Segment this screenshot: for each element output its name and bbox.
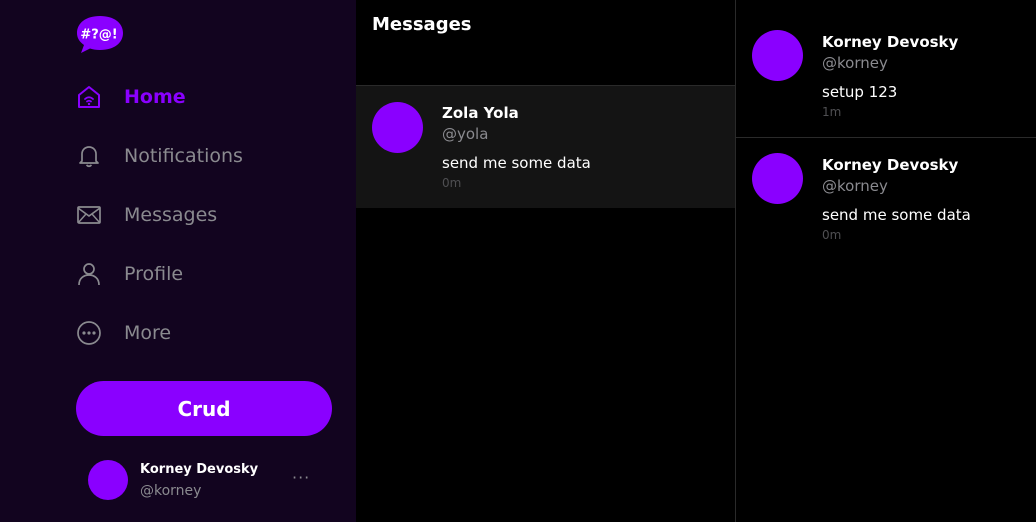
message-time: 0m <box>442 176 462 190</box>
more-circle-icon <box>76 320 102 346</box>
avatar <box>752 30 803 81</box>
message-author-handle: @korney <box>822 54 888 72</box>
logo-text: #?@! <box>80 28 117 43</box>
sidebar-item-profile[interactable]: Profile <box>76 256 183 292</box>
message-author-handle: @yola <box>442 125 489 143</box>
message-author-name: Zola Yola <box>442 104 519 122</box>
sidebar: #?@! Home Notifications Messages Profile… <box>0 0 356 522</box>
message-author-name: Korney Devosky <box>822 33 959 51</box>
message-item[interactable]: Korney Devosky @korney setup 123 1m <box>736 15 1036 138</box>
message-text: send me some data <box>442 154 591 172</box>
crud-button[interactable]: Crud <box>76 381 332 436</box>
message-author-name: Korney Devosky <box>822 156 959 174</box>
sidebar-item-label: More <box>124 322 172 344</box>
avatar <box>752 153 803 204</box>
sidebar-item-more[interactable]: More <box>76 315 171 351</box>
home-icon <box>76 84 102 110</box>
sidebar-item-label: Messages <box>124 204 218 226</box>
current-user-name: Korney Devosky <box>140 462 259 477</box>
message-author-handle: @korney <box>822 177 888 195</box>
messages-column: Messages Zola Yola @yola send me some da… <box>356 0 735 522</box>
mail-icon <box>76 202 102 228</box>
sidebar-item-label: Notifications <box>124 145 243 167</box>
message-text: setup 123 <box>822 83 898 101</box>
sidebar-item-label: Home <box>124 86 186 108</box>
sidebar-item-label: Profile <box>124 263 184 285</box>
sidebar-item-home[interactable]: Home <box>76 79 186 115</box>
avatar <box>88 460 128 500</box>
user-icon <box>76 261 102 287</box>
message-item[interactable]: Zola Yola @yola send me some data 0m <box>356 86 735 208</box>
logo-speech-bubble-icon: #?@! <box>77 16 123 53</box>
sidebar-item-messages[interactable]: Messages <box>76 197 217 233</box>
current-user-handle: @korney <box>140 483 202 499</box>
message-text: send me some data <box>822 206 971 224</box>
app-logo[interactable]: #?@! <box>76 14 124 54</box>
more-dots-icon[interactable]: ··· <box>292 468 310 487</box>
avatar <box>372 102 423 153</box>
message-time: 0m <box>822 228 842 242</box>
message-item[interactable]: Korney Devosky @korney send me some data… <box>736 138 1036 260</box>
current-user-card[interactable]: Korney Devosky @korney ··· <box>88 458 328 504</box>
page-title: Messages <box>372 14 472 35</box>
bell-icon <box>76 143 102 169</box>
conversation-column: Korney Devosky @korney setup 123 1m Korn… <box>735 0 1036 522</box>
message-time: 1m <box>822 105 842 119</box>
sidebar-item-notifications[interactable]: Notifications <box>76 138 243 174</box>
